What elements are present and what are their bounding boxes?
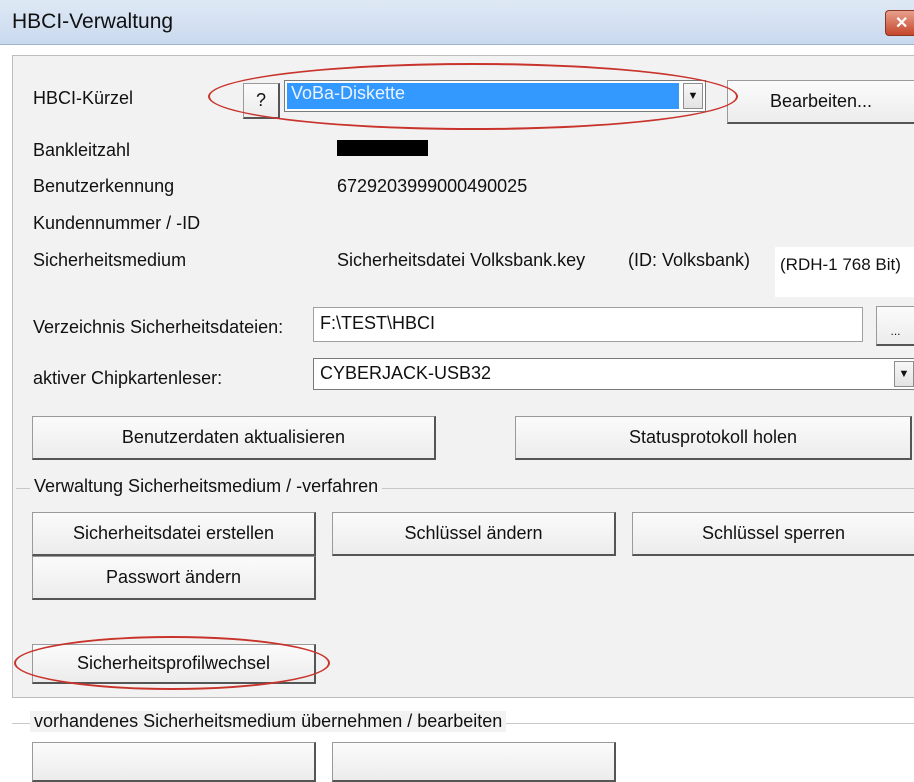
verzeichnis-label: Verzeichnis Sicherheitsdateien: bbox=[33, 317, 284, 337]
window-title: HBCI-Verwaltung bbox=[12, 10, 174, 33]
benutzerkennung-value: 6729203999000490025 bbox=[337, 176, 528, 196]
title-bar: HBCI-Verwaltung ✕ bbox=[0, 0, 914, 45]
schluessel-aendern-button[interactable]: Schlüssel ändern bbox=[332, 512, 616, 556]
browse-button[interactable]: ... bbox=[876, 306, 914, 346]
rdh-box: (RDH-1 768 Bit) bbox=[775, 247, 914, 297]
uebernehmen-group-title: vorhandenes Sicherheitsmedium übernehmen… bbox=[30, 711, 507, 732]
bankleitzahl-redacted bbox=[337, 140, 428, 156]
sicherheitsmedium-label: Sicherheitsmedium bbox=[33, 250, 187, 270]
passwort-aendern-button[interactable]: Passwort ändern bbox=[32, 556, 316, 600]
sicherheitsprofilwechsel-button[interactable]: Sicherheitsprofilwechsel bbox=[32, 644, 316, 684]
statusprotokoll-holen-button[interactable]: Statusprotokoll holen bbox=[515, 416, 912, 460]
sicherheitsmedium-rdh: (RDH-1 768 Bit) bbox=[780, 255, 901, 274]
bearbeiten-button[interactable]: Bearbeiten... bbox=[727, 80, 914, 124]
uebernehmen-button-2[interactable] bbox=[332, 742, 616, 782]
hbci-kuerzel-selected: VoBa-Diskette bbox=[287, 83, 679, 109]
verzeichnis-value: F:\TEST\HBCI bbox=[320, 313, 436, 333]
hbci-kuerzel-label: HBCI-Kürzel bbox=[33, 88, 134, 108]
benutzerdaten-aktualisieren-button[interactable]: Benutzerdaten aktualisieren bbox=[32, 416, 436, 460]
verwaltung-group-title: Verwaltung Sicherheitsmedium / -verfahre… bbox=[30, 476, 383, 497]
uebernehmen-button-1[interactable] bbox=[32, 742, 316, 782]
sicherheitsmedium-value: Sicherheitsdatei Volksbank.key bbox=[337, 250, 586, 270]
sicherheitsdatei-erstellen-button[interactable]: Sicherheitsdatei erstellen bbox=[32, 512, 316, 556]
schluessel-sperren-button[interactable]: Schlüssel sperren bbox=[632, 512, 914, 556]
hbci-kuerzel-select[interactable]: VoBa-Diskette ▼ bbox=[284, 80, 706, 112]
chipkarten-label: aktiver Chipkartenleser: bbox=[33, 368, 223, 388]
kundennummer-label: Kundennummer / -ID bbox=[33, 213, 201, 233]
benutzerkennung-label: Benutzerkennung bbox=[33, 176, 175, 196]
chipkarten-value: CYBERJACK-USB32 bbox=[320, 363, 492, 383]
chevron-down-icon[interactable]: ▼ bbox=[894, 361, 914, 387]
bankleitzahl-label: Bankleitzahl bbox=[33, 140, 131, 160]
verzeichnis-input[interactable]: F:\TEST\HBCI bbox=[313, 307, 863, 342]
help-button[interactable]: ? bbox=[243, 83, 280, 119]
close-icon[interactable]: ✕ bbox=[885, 10, 914, 36]
sicherheitsmedium-id: (ID: Volksbank) bbox=[628, 250, 751, 270]
chipkarten-select[interactable]: CYBERJACK-USB32 ▼ bbox=[313, 358, 914, 390]
chevron-down-icon[interactable]: ▼ bbox=[683, 83, 703, 109]
